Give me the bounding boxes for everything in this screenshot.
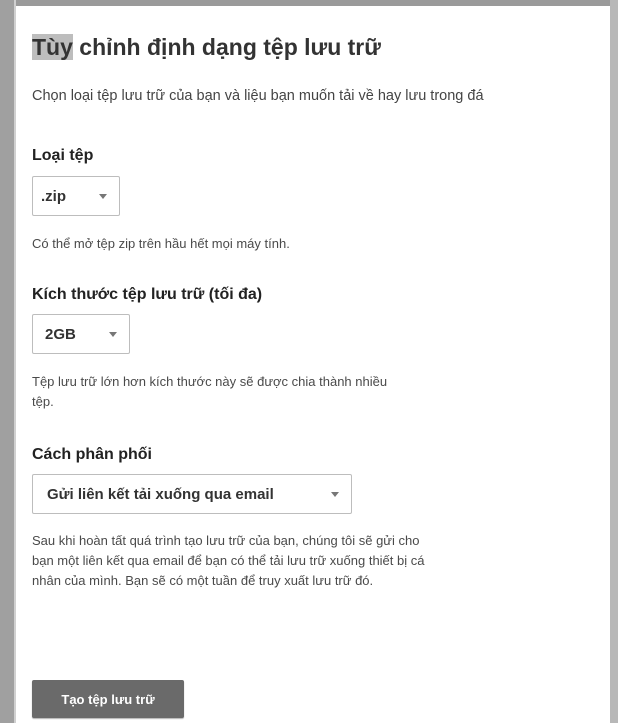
- caret-down-icon: [99, 193, 107, 199]
- file-type-select[interactable]: .zip: [32, 176, 120, 216]
- page-title: Tùy chỉnh định dạng tệp lưu trữ: [32, 30, 602, 64]
- window-left-border: [0, 0, 14, 723]
- archive-size-value: 2GB: [45, 325, 76, 343]
- archive-size-select[interactable]: 2GB: [32, 314, 130, 354]
- window-top-border: [0, 0, 618, 6]
- delivery-method-label: Cách phân phối: [32, 446, 152, 463]
- file-type-label: Loại tệp: [32, 147, 94, 164]
- delivery-method-value: Gửi liên kết tải xuống qua email: [47, 485, 274, 503]
- intro-text: Chọn loại tệp lưu trữ của bạn và liệu bạ…: [32, 88, 484, 104]
- title-text: chỉnh định dạng tệp lưu trữ: [72, 34, 381, 60]
- title-highlighted-word: Tùy: [32, 34, 73, 60]
- file-type-value: .zip: [41, 187, 66, 205]
- archive-size-label: Kích thước tệp lưu trữ (tối đa): [32, 286, 263, 303]
- window-right-border: [610, 0, 618, 723]
- file-type-help: Có thể mở tệp zip trên hầu hết mọi máy t…: [32, 236, 290, 251]
- archive-settings-panel: Tùy chỉnh định dạng tệp lưu trữ Chọn loạ…: [32, 30, 602, 718]
- create-archive-button[interactable]: Tạo tệp lưu trữ: [32, 680, 184, 718]
- window-frame: [0, 0, 618, 723]
- window-left-edge: [14, 0, 16, 723]
- delivery-method-help: Sau khi hoàn tất quá trình tạo lưu trữ c…: [32, 533, 425, 588]
- delivery-method-select[interactable]: Gửi liên kết tải xuống qua email: [32, 474, 352, 514]
- caret-down-icon: [109, 331, 117, 337]
- archive-size-help: Tệp lưu trữ lớn hơn kích thước này sẽ đư…: [32, 374, 388, 409]
- caret-down-icon: [331, 491, 339, 497]
